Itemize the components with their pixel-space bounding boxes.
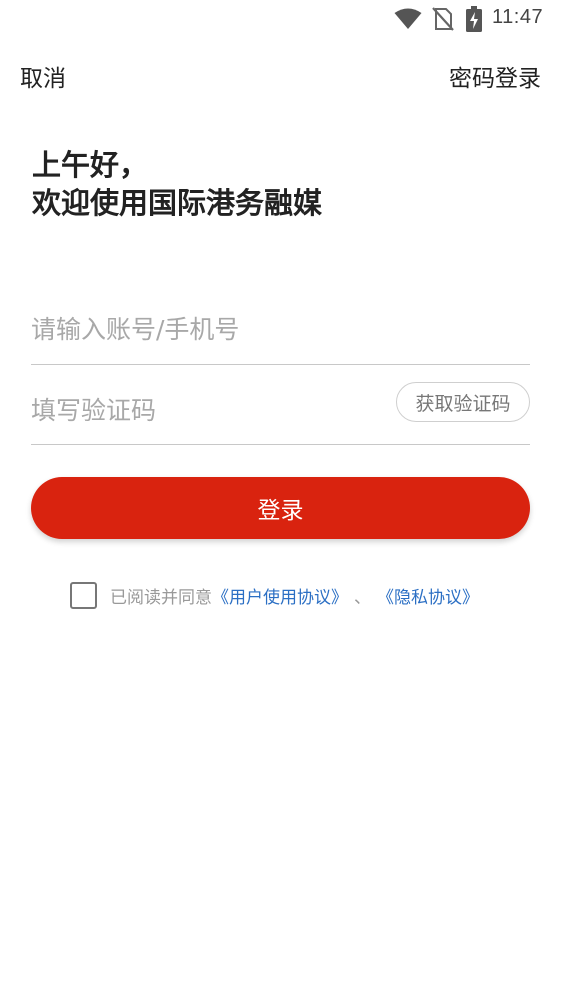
account-field-container <box>31 294 530 365</box>
code-field-container: 获取验证码 <box>31 376 530 445</box>
agreement-row: 已阅读并同意 《用户使用协议》 、 《隐私协议》 <box>70 580 479 610</box>
greeting-line-2: 欢迎使用国际港务融媒 <box>32 186 323 220</box>
login-button[interactable]: 登录 <box>31 477 530 539</box>
greeting: 上午好， 欢迎使用国际港务融媒 <box>32 146 322 222</box>
password-login-button[interactable]: 密码登录 <box>449 59 541 93</box>
account-input[interactable] <box>31 294 530 364</box>
agreement-separator: 、 <box>354 587 371 608</box>
status-time: 11:47 <box>492 6 544 28</box>
greeting-line-1: 上午好， <box>32 148 149 182</box>
cancel-button[interactable]: 取消 <box>20 59 66 93</box>
get-code-button[interactable]: 获取验证码 <box>396 382 530 422</box>
battery-charging-icon <box>466 6 482 32</box>
verification-code-input[interactable] <box>31 376 386 444</box>
user-agreement-link[interactable]: 《用户使用协议》 <box>212 583 348 608</box>
agreement-checkbox[interactable] <box>70 581 97 609</box>
agreement-prefix: 已阅读并同意 <box>110 587 212 608</box>
wifi-icon <box>394 8 422 29</box>
status-bar: 11:47 <box>0 0 561 38</box>
login-screen: 11:47 取消 密码登录 上午好， 欢迎使用国际港务融媒 获取验证码 登录 已… <box>0 0 561 997</box>
privacy-policy-link[interactable]: 《隐私协议》 <box>377 583 479 608</box>
no-sim-icon <box>432 7 454 31</box>
